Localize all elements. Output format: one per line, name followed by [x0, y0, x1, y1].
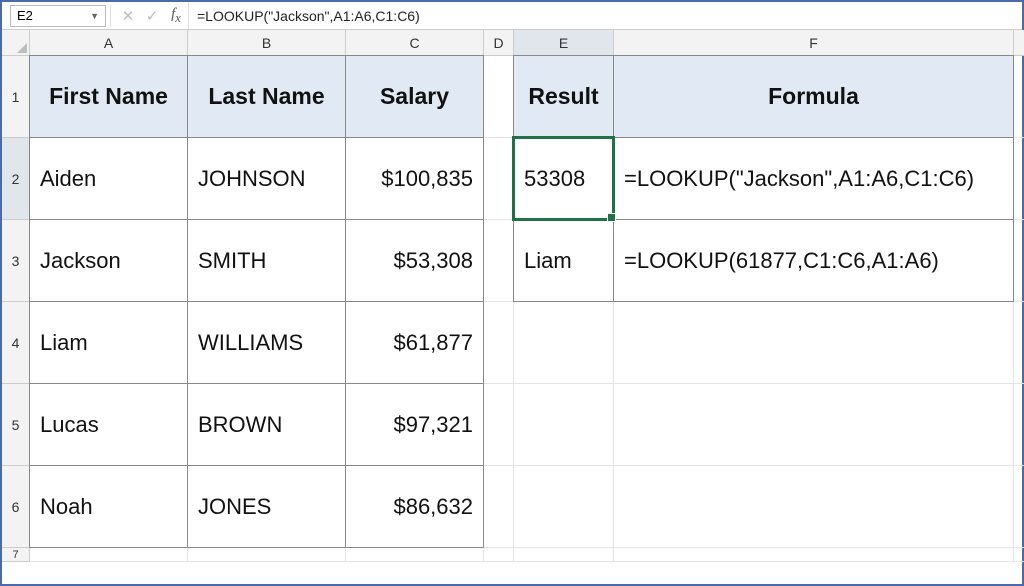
- row-head-1[interactable]: 1: [2, 56, 30, 138]
- col-head-B[interactable]: B: [188, 30, 346, 56]
- cell-D4[interactable]: [484, 302, 514, 384]
- cell-blank-1[interactable]: [1014, 56, 1024, 138]
- row-head-6[interactable]: 6: [2, 466, 30, 548]
- cell-E5[interactable]: [514, 384, 614, 466]
- cell-C4[interactable]: $61,877: [345, 301, 484, 384]
- cancel-icon[interactable]: ✕: [116, 7, 140, 25]
- cell-B7[interactable]: [188, 548, 346, 562]
- col-head-blank[interactable]: [1014, 30, 1024, 56]
- cell-blank-6[interactable]: [1014, 466, 1024, 548]
- cell-A5[interactable]: Lucas: [29, 383, 188, 466]
- cell-A7[interactable]: [30, 548, 188, 562]
- col-head-F[interactable]: F: [614, 30, 1014, 56]
- enter-icon[interactable]: ✓: [140, 7, 164, 25]
- cell-A3[interactable]: Jackson: [29, 219, 188, 302]
- cell-C7[interactable]: [346, 548, 484, 562]
- cell-blank-2[interactable]: [1014, 138, 1024, 220]
- row-head-4[interactable]: 4: [2, 302, 30, 384]
- col-head-D[interactable]: D: [484, 30, 514, 56]
- cell-F6[interactable]: [614, 466, 1014, 548]
- col-head-E[interactable]: E: [514, 30, 614, 56]
- cell-A6[interactable]: Noah: [29, 465, 188, 548]
- cell-A2[interactable]: Aiden: [29, 137, 188, 220]
- cell-B2[interactable]: JOHNSON: [187, 137, 346, 220]
- name-box-value: E2: [17, 8, 33, 23]
- select-all-corner[interactable]: [2, 30, 30, 56]
- cell-C6[interactable]: $86,632: [345, 465, 484, 548]
- row-head-2[interactable]: 2: [2, 138, 30, 220]
- cell-B1[interactable]: Last Name: [187, 55, 346, 138]
- row-head-5[interactable]: 5: [2, 384, 30, 466]
- cell-B4[interactable]: WILLIAMS: [187, 301, 346, 384]
- col-head-C[interactable]: C: [346, 30, 484, 56]
- cell-E7[interactable]: [514, 548, 614, 562]
- cell-F7[interactable]: [614, 548, 1014, 562]
- cell-F2[interactable]: =LOOKUP("Jackson",A1:A6,C1:C6): [613, 137, 1014, 220]
- cell-A4[interactable]: Liam: [29, 301, 188, 384]
- cell-C2[interactable]: $100,835: [345, 137, 484, 220]
- formula-text: =LOOKUP("Jackson",A1:A6,C1:C6): [197, 8, 420, 24]
- row-head-7[interactable]: 7: [2, 548, 30, 562]
- cell-B3[interactable]: SMITH: [187, 219, 346, 302]
- cell-C1[interactable]: Salary: [345, 55, 484, 138]
- cell-blank-5[interactable]: [1014, 384, 1024, 466]
- name-box-dropdown-icon[interactable]: ▼: [90, 11, 99, 21]
- row-head-3[interactable]: 3: [2, 220, 30, 302]
- cell-blank-7[interactable]: [1014, 548, 1024, 562]
- cell-D5[interactable]: [484, 384, 514, 466]
- cell-E3[interactable]: Liam: [513, 219, 614, 302]
- cell-C3[interactable]: $53,308: [345, 219, 484, 302]
- fx-icon[interactable]: fx: [164, 6, 188, 26]
- cell-A1[interactable]: First Name: [29, 55, 188, 138]
- cell-E2[interactable]: 53308: [513, 137, 614, 220]
- name-box[interactable]: E2 ▼: [10, 5, 106, 27]
- formula-bar: E2 ▼ ✕ ✓ fx =LOOKUP("Jackson",A1:A6,C1:C…: [2, 2, 1022, 30]
- cell-D7[interactable]: [484, 548, 514, 562]
- cell-D6[interactable]: [484, 466, 514, 548]
- cell-E1[interactable]: Result: [513, 55, 614, 138]
- cell-blank-4[interactable]: [1014, 302, 1024, 384]
- cell-B5[interactable]: BROWN: [187, 383, 346, 466]
- cell-F5[interactable]: [614, 384, 1014, 466]
- cell-E6[interactable]: [514, 466, 614, 548]
- cell-F3[interactable]: =LOOKUP(61877,C1:C6,A1:A6): [613, 219, 1014, 302]
- cell-D2[interactable]: [484, 138, 514, 220]
- formula-input[interactable]: =LOOKUP("Jackson",A1:A6,C1:C6): [188, 2, 1022, 29]
- col-head-A[interactable]: A: [30, 30, 188, 56]
- cell-blank-3[interactable]: [1014, 220, 1024, 302]
- cell-C5[interactable]: $97,321: [345, 383, 484, 466]
- cell-F1[interactable]: Formula: [613, 55, 1014, 138]
- cell-D3[interactable]: [484, 220, 514, 302]
- cell-F4[interactable]: [614, 302, 1014, 384]
- cell-E4[interactable]: [514, 302, 614, 384]
- cell-D1[interactable]: [484, 56, 514, 138]
- spreadsheet-grid: A B C D E F 1 First Name Last Name Salar…: [2, 30, 1022, 562]
- cell-B6[interactable]: JONES: [187, 465, 346, 548]
